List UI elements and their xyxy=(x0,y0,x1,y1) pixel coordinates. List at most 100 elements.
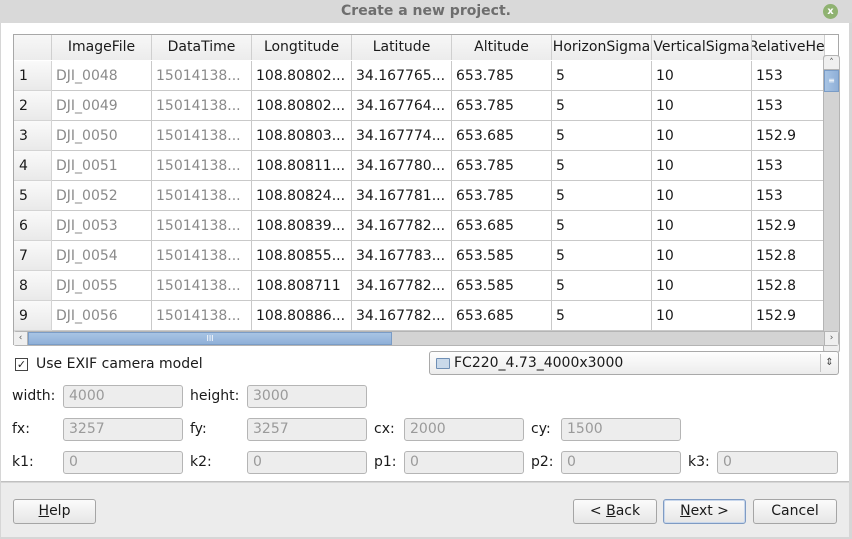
cell-alt[interactable]: 653.685 xyxy=(452,121,552,151)
cell-vs[interactable]: 10 xyxy=(652,301,752,331)
cell-alt[interactable]: 653.585 xyxy=(452,271,552,301)
cell-vs[interactable]: 10 xyxy=(652,181,752,211)
cell-image[interactable]: DJI_0054 xyxy=(52,241,152,271)
cell-hs[interactable]: 5 xyxy=(552,181,652,211)
table-row[interactable]: 5 DJI_0052 15014138... 108.80824... 34.16778… xyxy=(14,181,825,211)
cell-alt[interactable]: 653.685 xyxy=(452,301,552,331)
row-number[interactable]: 6 xyxy=(14,211,52,241)
next-button[interactable]: Next > xyxy=(663,499,746,524)
cell-hs[interactable]: 5 xyxy=(552,91,652,121)
use-exif-checkbox-row[interactable]: ✓ Use EXIF camera model xyxy=(15,354,203,374)
cell-lat[interactable]: 34.167782... xyxy=(352,301,452,331)
cell-alt[interactable]: 653.785 xyxy=(452,151,552,181)
cell-alt[interactable]: 653.685 xyxy=(452,211,552,241)
cell-rh[interactable]: 153 xyxy=(752,181,825,211)
cell-datatime[interactable]: 15014138... xyxy=(152,151,252,181)
scroll-left-icon[interactable]: ‹ xyxy=(14,332,28,345)
cancel-button[interactable]: Cancel xyxy=(753,499,837,524)
p1-field[interactable]: 0 xyxy=(404,451,524,474)
cell-hs[interactable]: 5 xyxy=(552,271,652,301)
cell-alt[interactable]: 653.785 xyxy=(452,181,552,211)
table-row[interactable]: 6 DJI_0053 15014138... 108.80839... 34.16778… xyxy=(14,211,825,241)
table-row[interactable]: 4 DJI_0051 15014138... 108.80811... 34.16778… xyxy=(14,151,825,181)
cell-image[interactable]: DJI_0056 xyxy=(52,301,152,331)
cell-lon[interactable]: 108.80803... xyxy=(252,121,352,151)
horizontal-scroll-thumb[interactable]: III xyxy=(28,332,392,345)
cell-rh[interactable]: 152.9 xyxy=(752,301,825,331)
cell-datatime[interactable]: 15014138... xyxy=(152,211,252,241)
cell-rh[interactable]: 152.8 xyxy=(752,271,825,301)
cell-datatime[interactable]: 15014138... xyxy=(152,181,252,211)
cell-rh[interactable]: 153 xyxy=(752,61,825,91)
cell-datatime[interactable]: 15014138... xyxy=(152,241,252,271)
cell-datatime[interactable]: 15014138... xyxy=(152,61,252,91)
cell-vs[interactable]: 10 xyxy=(652,241,752,271)
table-row[interactable]: 2 DJI_0049 15014138... 108.80802... 34.16776… xyxy=(14,91,825,121)
cell-vs[interactable]: 10 xyxy=(652,121,752,151)
k3-field[interactable]: 0 xyxy=(717,451,838,474)
cell-lat[interactable]: 34.167783... xyxy=(352,241,452,271)
column-header[interactable]: DataTime xyxy=(152,35,252,60)
column-header[interactable]: VerticalSigma xyxy=(652,35,752,60)
row-number[interactable]: 1 xyxy=(14,61,52,91)
row-number[interactable]: 4 xyxy=(14,151,52,181)
back-button[interactable]: < Back xyxy=(573,499,657,524)
cell-rh[interactable]: 153 xyxy=(752,91,825,121)
table-row[interactable]: 7 DJI_0054 15014138... 108.80855... 34.16778… xyxy=(14,241,825,271)
fy-field[interactable]: 3257 xyxy=(247,418,367,441)
table-row[interactable]: 3 DJI_0050 15014138... 108.80803... 34.16777… xyxy=(14,121,825,151)
corner-button[interactable] xyxy=(14,35,52,60)
cell-hs[interactable]: 5 xyxy=(552,61,652,91)
k2-field[interactable]: 0 xyxy=(247,451,367,474)
column-header[interactable]: Altitude xyxy=(452,35,552,60)
cell-datatime[interactable]: 15014138... xyxy=(152,301,252,331)
column-header[interactable]: HorizonSigma xyxy=(552,35,652,60)
cell-vs[interactable]: 10 xyxy=(652,61,752,91)
vertical-scrollbar[interactable]: ˄ ≡ ˅ xyxy=(823,55,840,353)
cell-hs[interactable]: 5 xyxy=(552,151,652,181)
cell-lon[interactable]: 108.80811... xyxy=(252,151,352,181)
cell-lat[interactable]: 34.167782... xyxy=(352,211,452,241)
row-number[interactable]: 5 xyxy=(14,181,52,211)
cell-lon[interactable]: 108.80802... xyxy=(252,61,352,91)
cell-hs[interactable]: 5 xyxy=(552,301,652,331)
table-row[interactable]: 8 DJI_0055 15014138... 108.808711 34.167782.… xyxy=(14,271,825,301)
cell-lat[interactable]: 34.167782... xyxy=(352,271,452,301)
cell-vs[interactable]: 10 xyxy=(652,271,752,301)
cell-image[interactable]: DJI_0050 xyxy=(52,121,152,151)
height-field[interactable]: 3000 xyxy=(247,385,367,408)
row-number[interactable]: 2 xyxy=(14,91,52,121)
column-header[interactable]: Latitude xyxy=(352,35,452,60)
row-number[interactable]: 9 xyxy=(14,301,52,331)
cell-vs[interactable]: 10 xyxy=(652,151,752,181)
cell-image[interactable]: DJI_0048 xyxy=(52,61,152,91)
cell-rh[interactable]: 152.9 xyxy=(752,211,825,241)
cy-field[interactable]: 1500 xyxy=(561,418,681,441)
camera-model-select[interactable]: FC220_4.73_4000x3000 ⇕ xyxy=(429,351,839,375)
table-row[interactable]: 9 DJI_0056 15014138... 108.80886... 34.16778… xyxy=(14,301,825,331)
cell-image[interactable]: DJI_0049 xyxy=(52,91,152,121)
use-exif-checkbox[interactable]: ✓ xyxy=(15,357,28,371)
scroll-right-icon[interactable]: › xyxy=(824,332,838,345)
cell-hs[interactable]: 5 xyxy=(552,211,652,241)
row-number[interactable]: 8 xyxy=(14,271,52,301)
cell-lon[interactable]: 108.80855... xyxy=(252,241,352,271)
cell-image[interactable]: DJI_0051 xyxy=(52,151,152,181)
cell-lat[interactable]: 34.167774... xyxy=(352,121,452,151)
cell-lon[interactable]: 108.80886... xyxy=(252,301,352,331)
cell-hs[interactable]: 5 xyxy=(552,121,652,151)
cell-lon[interactable]: 108.808711 xyxy=(252,271,352,301)
cell-vs[interactable]: 10 xyxy=(652,91,752,121)
column-header[interactable]: Longtitude xyxy=(252,35,352,60)
scroll-up-icon[interactable]: ˄ xyxy=(824,56,839,70)
cell-lon[interactable]: 108.80839... xyxy=(252,211,352,241)
fx-field[interactable]: 3257 xyxy=(63,418,183,441)
cell-rh[interactable]: 153 xyxy=(752,151,825,181)
horizontal-scrollbar[interactable]: ‹ III › xyxy=(13,331,839,346)
cell-datatime[interactable]: 15014138... xyxy=(152,271,252,301)
cell-datatime[interactable]: 15014138... xyxy=(152,91,252,121)
cell-image[interactable]: DJI_0055 xyxy=(52,271,152,301)
cell-lon[interactable]: 108.80824... xyxy=(252,181,352,211)
width-field[interactable]: 4000 xyxy=(63,385,183,408)
cell-lat[interactable]: 34.167764... xyxy=(352,91,452,121)
